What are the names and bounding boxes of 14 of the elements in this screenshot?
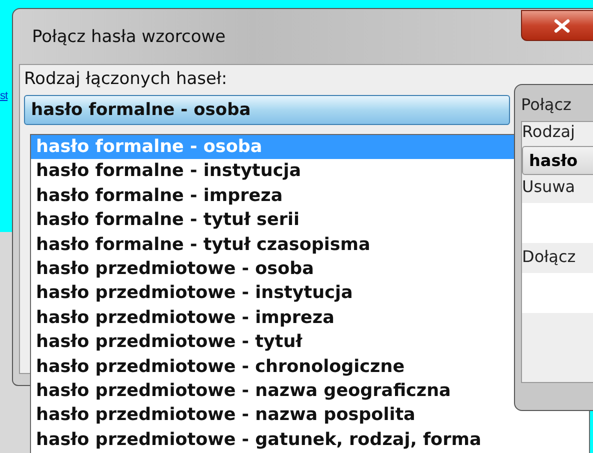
add-field[interactable] [522,273,593,313]
remove-field[interactable] [522,203,593,243]
remove-label: Usuwa [522,177,576,198]
add-label: Dołącz [522,247,577,268]
dropdown-option[interactable]: hasło przedmiotowe - nazwa pospolita [31,403,589,428]
close-icon [553,18,571,32]
background-link[interactable]: st [0,90,8,102]
group-label: Rodzaj łączonych haseł: [24,69,228,91]
window-title: Połącz [521,95,572,116]
window-title: Połącz hasła wzorcowe [32,27,226,47]
type-combobox[interactable]: hasło [522,146,593,175]
dropdown-option[interactable]: hasło przedmiotowe - gatunek, rodzaj, forma [31,428,589,452]
close-button[interactable] [521,10,593,41]
type-combobox[interactable]: hasło formalne - osoba [24,95,510,125]
